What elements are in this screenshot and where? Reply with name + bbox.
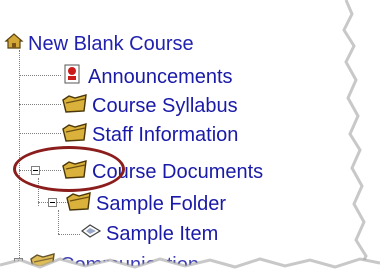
tree-line: [58, 210, 59, 234]
course-tree: New Blank Course Announcements Course Sy…: [0, 0, 372, 266]
home-folder-icon: [4, 31, 24, 57]
item-icon: [80, 222, 102, 246]
folder-icon: [62, 121, 88, 149]
tree-item-label: Announcements: [88, 66, 233, 88]
torn-edge-bottom: [0, 257, 380, 273]
tree-line: [58, 234, 80, 235]
folder-icon: [66, 190, 92, 218]
tree-root-label: New Blank Course: [28, 33, 194, 55]
torn-edge-right: [342, 0, 380, 273]
tree-line: [19, 75, 61, 76]
tree-item-course-syllabus[interactable]: Course Syllabus: [62, 92, 238, 120]
highlight-ellipse: [13, 146, 125, 192]
folder-icon: [62, 92, 88, 120]
tree-item-label: Staff Information: [92, 124, 239, 146]
tree-item-sample-item[interactable]: Sample Item: [80, 222, 218, 246]
course-tree-panel: New Blank Course Announcements Course Sy…: [0, 0, 372, 266]
announcements-icon: [62, 63, 84, 91]
collapse-toggle[interactable]: [48, 198, 57, 207]
tree-line: [19, 133, 61, 134]
tree-root-item[interactable]: New Blank Course: [4, 31, 194, 57]
tree-line: [19, 104, 61, 105]
tree-item-sample-folder[interactable]: Sample Folder: [66, 190, 226, 218]
tree-item-label: Sample Folder: [96, 193, 227, 215]
tree-item-announcements[interactable]: Announcements: [62, 63, 233, 91]
tree-item-staff-information[interactable]: Staff Information: [62, 121, 238, 149]
tree-item-label: Course Syllabus: [92, 95, 238, 117]
tree-item-label: Sample Item: [106, 223, 219, 245]
